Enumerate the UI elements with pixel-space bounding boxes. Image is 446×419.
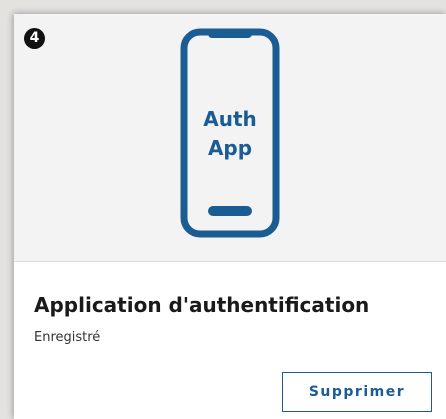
- method-status: Enregistré: [34, 330, 101, 345]
- phone-label-line1: Auth: [203, 107, 257, 131]
- auth-method-card: Auth App 4 Application d'authentificatio…: [14, 14, 446, 419]
- divider: [14, 261, 446, 262]
- phone-label-line2: App: [207, 136, 253, 160]
- phone-icon: [180, 28, 280, 238]
- method-title: Application d'authentification: [34, 293, 370, 317]
- illustration-area: Auth App: [14, 14, 446, 261]
- remove-button[interactable]: Supprimer: [282, 372, 432, 412]
- step-number-badge: 4: [24, 28, 45, 49]
